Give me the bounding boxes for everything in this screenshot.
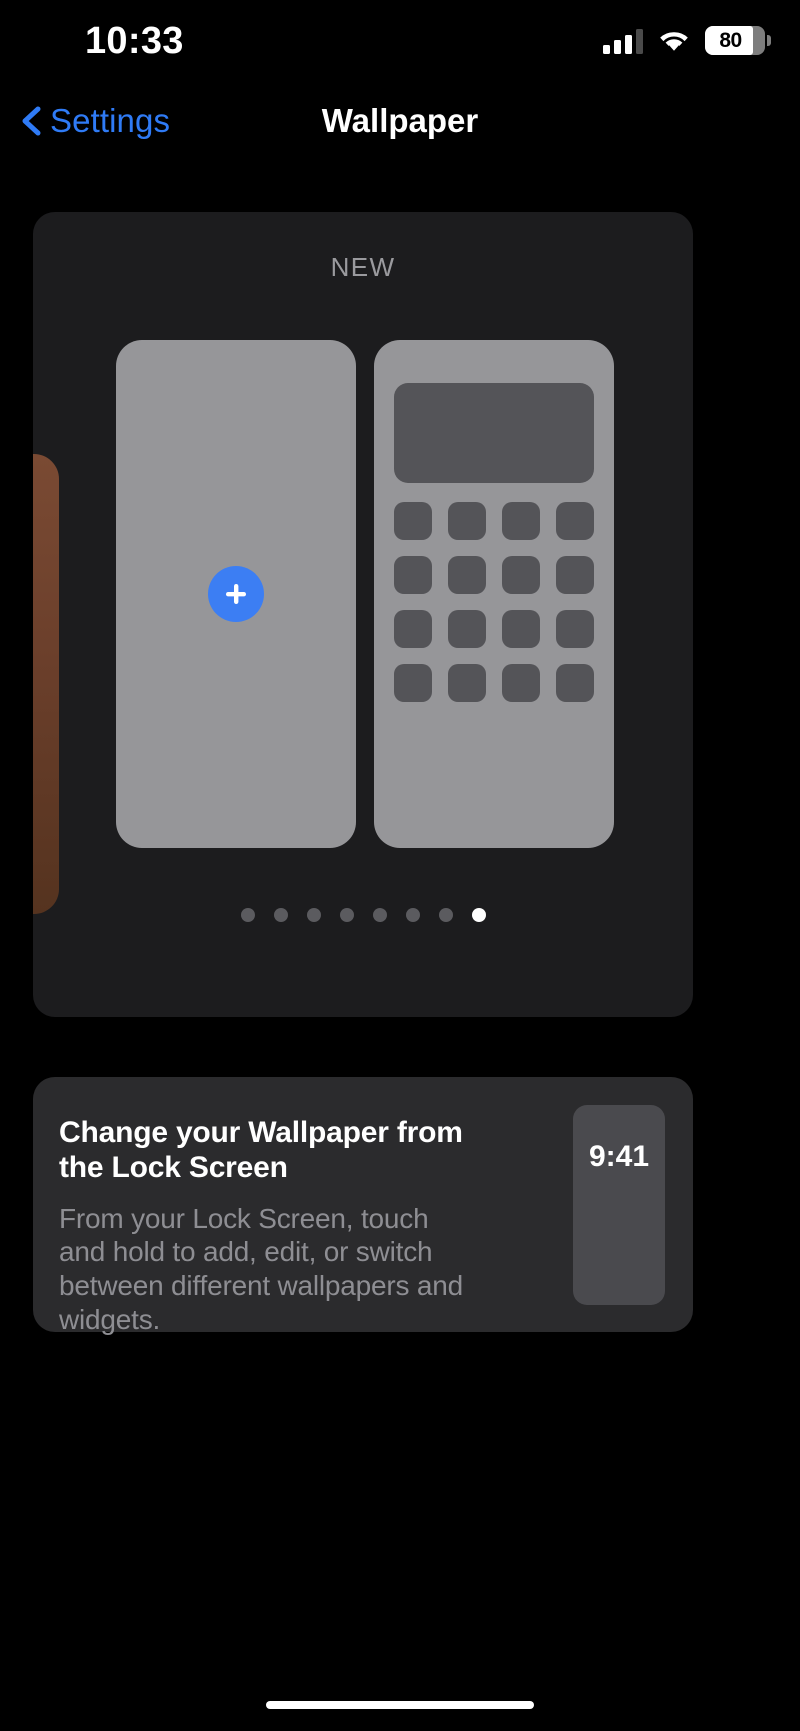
navigation-bar: Settings Wallpaper — [0, 92, 800, 150]
info-card-text: Change your Wallpaper from the Lock Scre… — [59, 1115, 479, 1335]
calculator-wallpaper-thumbnail[interactable] — [374, 340, 614, 848]
page-dot[interactable] — [405, 908, 420, 922]
wallpaper-gallery-card: NEW — [33, 212, 693, 1017]
calculator-key — [556, 610, 594, 648]
calculator-key — [502, 556, 540, 594]
wallpaper-thumbnail-peek[interactable] — [33, 454, 59, 914]
calculator-key — [556, 556, 594, 594]
page-dot[interactable] — [339, 908, 354, 922]
status-bar-time: 10:33 — [85, 20, 184, 62]
info-card-title: Change your Wallpaper from the Lock Scre… — [59, 1116, 463, 1185]
wallpaper-thumbnail-strip[interactable] — [33, 327, 693, 914]
calculator-key — [556, 664, 594, 702]
page-dot[interactable] — [273, 908, 288, 922]
info-card-body: From your Lock Screen, touch and hold to… — [59, 1202, 464, 1335]
status-bar: 10:33 80 — [0, 0, 800, 84]
page-indicator[interactable] — [33, 908, 693, 922]
calculator-key — [394, 556, 432, 594]
calculator-key — [502, 610, 540, 648]
add-wallpaper-button[interactable] — [208, 566, 264, 622]
battery-percent-label: 80 — [719, 29, 742, 52]
cellular-bars-icon — [603, 28, 643, 54]
gallery-section-label: NEW — [330, 252, 396, 282]
calculator-key — [502, 502, 540, 540]
wifi-icon — [657, 28, 691, 54]
add-new-wallpaper-thumbnail[interactable] — [116, 340, 356, 848]
battery-icon: 80 — [705, 26, 771, 55]
phone-screen: 10:33 80 Settings Wallpaper NEW Change y… — [0, 0, 800, 1731]
page-dot[interactable] — [372, 908, 387, 922]
info-card: Change your Wallpaper from the Lock Scre… — [33, 1077, 693, 1335]
page-title: Wallpaper — [321, 102, 479, 139]
calculator-key — [448, 610, 486, 648]
calculator-key — [394, 502, 432, 540]
lock-screen-preview: 9:41 — [573, 1105, 665, 1305]
home-indicator[interactable] — [266, 1701, 534, 1709]
calculator-key — [448, 556, 486, 594]
page-dot[interactable] — [306, 908, 321, 922]
calculator-key — [502, 664, 540, 702]
calculator-keypad — [394, 502, 594, 702]
page-dot-active[interactable] — [471, 908, 486, 922]
battery-cap — [767, 35, 771, 46]
calculator-key — [448, 664, 486, 702]
plus-icon — [221, 579, 251, 609]
calculator-key — [394, 664, 432, 702]
page-dot[interactable] — [438, 908, 453, 922]
calculator-display — [394, 383, 594, 483]
page-dot[interactable] — [240, 908, 255, 922]
status-bar-indicators: 80 — [603, 26, 771, 55]
lock-screen-preview-time: 9:41 — [588, 1140, 650, 1173]
calculator-key — [394, 610, 432, 648]
calculator-key — [556, 502, 594, 540]
calculator-key — [448, 502, 486, 540]
